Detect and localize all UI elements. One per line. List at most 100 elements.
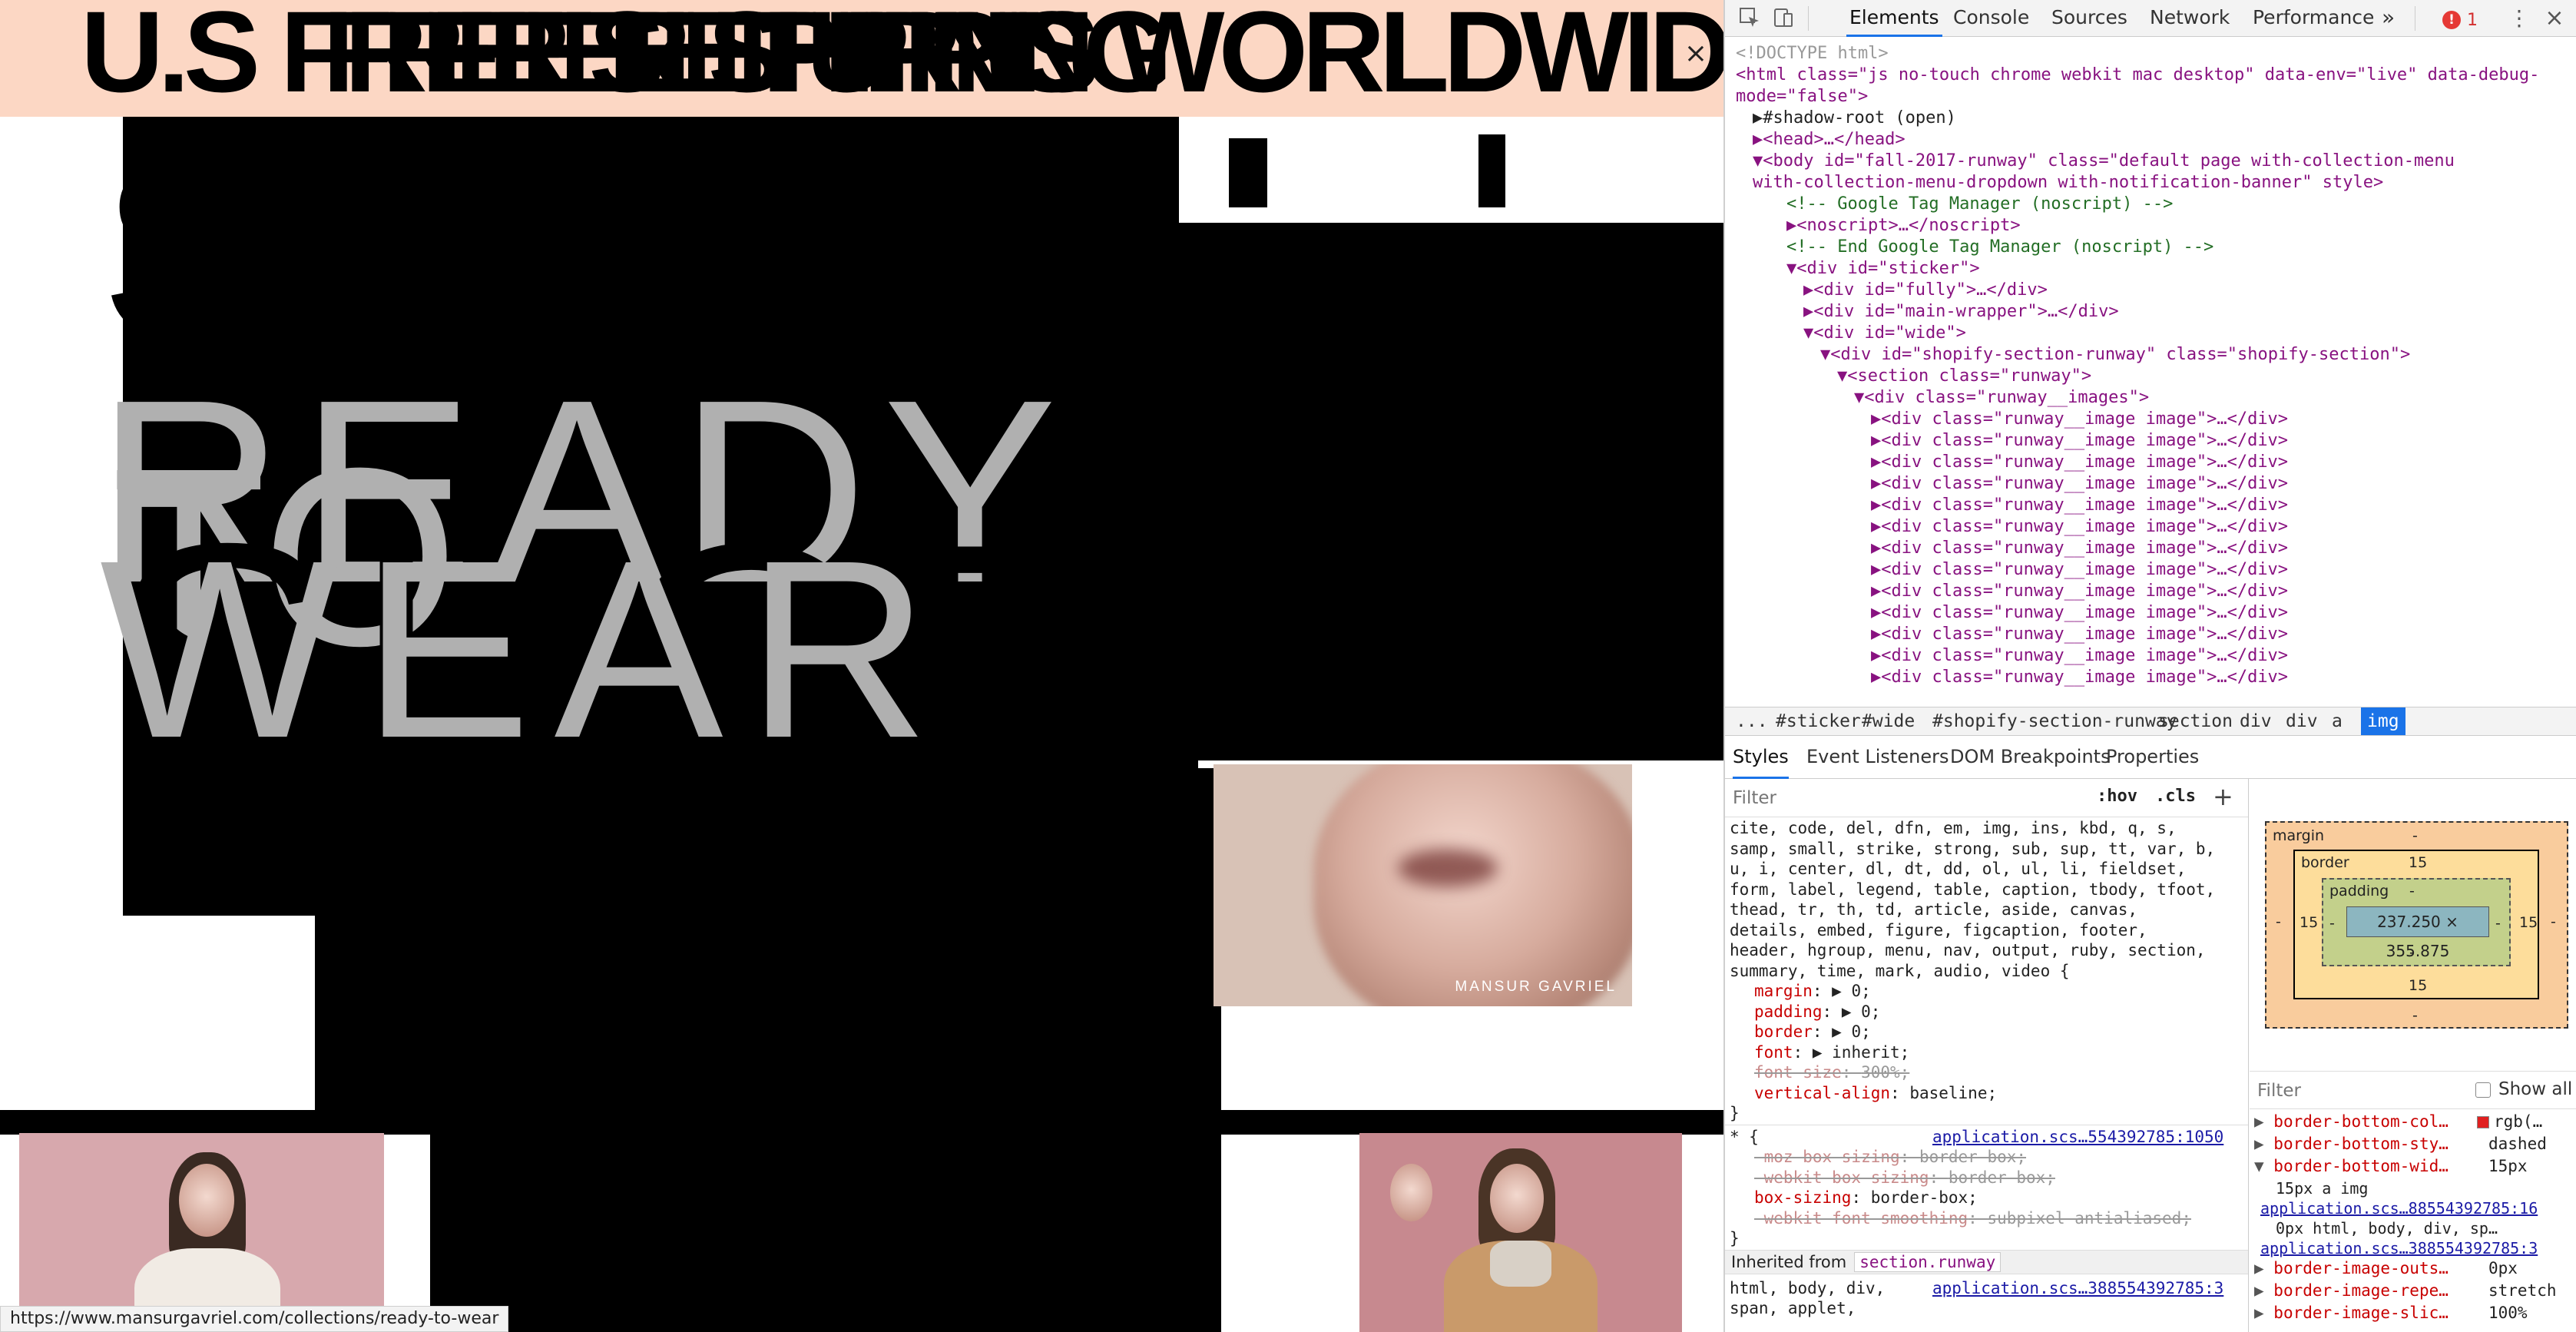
show-all-checkbox[interactable] — [2475, 1082, 2491, 1098]
css-rules[interactable]: cite, code, del, dfn, em, img, ins, kbd,… — [1725, 817, 2248, 1332]
runway-image[interactable] — [19, 1133, 384, 1332]
dom-node-line[interactable]: ▶<div class="runway__image image">…</div… — [1871, 559, 2288, 581]
class-toggle[interactable]: .cls — [2155, 787, 2196, 806]
tab-styles[interactable]: Styles — [1733, 736, 1789, 779]
rule-source-link[interactable]: application.scs…388554392785:3 — [1932, 1277, 2223, 1299]
computed-property-row[interactable]: ▶ border-bottom-sty… dashed — [2254, 1133, 2573, 1155]
dom-node-line[interactable]: ▶<div class="runway__image image">…</div… — [1871, 473, 2288, 495]
dom-node-line[interactable]: ▼<div id="sticker"> — [1786, 258, 1980, 280]
dom-node-line[interactable]: <html class="js no-touch chrome webkit m… — [1736, 65, 2539, 86]
breadcrumb-item[interactable]: section — [2158, 707, 2233, 735]
tab-console[interactable]: Console — [1953, 0, 2029, 37]
tab-performance[interactable]: Performance — [2253, 0, 2374, 37]
breadcrumb-item[interactable]: #shopify-section-runway — [1932, 707, 2177, 735]
box-model-margin-right[interactable]: - — [2551, 913, 2556, 930]
dom-node-line[interactable]: ▶#shadow-root (open) — [1753, 108, 1956, 129]
dom-node-line[interactable]: ▶<noscript>…</noscript> — [1786, 215, 2021, 237]
expand-right-icon[interactable]: ▶ — [2254, 1259, 2273, 1277]
css-declaration[interactable]: font: ▶ inherit; — [1754, 1042, 1909, 1063]
dom-node-line[interactable]: ▶<div class="runway__image image">…</div… — [1871, 602, 2288, 624]
box-model-border-top[interactable]: 15 — [2409, 854, 2427, 871]
css-declaration[interactable]: margin: ▶ 0; — [1754, 980, 1871, 1002]
dom-node-line[interactable]: ▶<div class="runway__image image">…</div… — [1871, 645, 2288, 667]
dom-tree[interactable]: <!DOCTYPE html> <html class="js no-touch … — [1725, 38, 2576, 707]
dom-node-line[interactable]: ▶<div class="runway__image image">…</div… — [1871, 581, 2288, 602]
css-declaration[interactable]: padding: ▶ 0; — [1754, 1001, 1880, 1022]
css-declaration[interactable]: -webkit-box-sizing: border-box; — [1754, 1167, 2055, 1188]
tab-properties[interactable]: Properties — [2106, 736, 2199, 779]
expand-right-icon[interactable]: ▶ — [2254, 1135, 2273, 1153]
dom-comment-line[interactable]: <!-- End Google Tag Manager (noscript) -… — [1786, 237, 2213, 258]
notification-banner[interactable]: U.S FREE SHIPPING WORLDWIDE AND FREE RET… — [0, 0, 1723, 117]
error-counter[interactable]: ! 1 — [2442, 8, 2478, 30]
computed-trace-source[interactable]: application.scs…88554392785:16 — [2260, 1198, 2538, 1219]
dom-node-line[interactable]: ▶<div class="runway__image image">…</div… — [1871, 624, 2288, 645]
tab-event-listeners[interactable]: Event Listeners — [1806, 736, 1949, 779]
rule-source-link[interactable]: application.scs…554392785:1050 — [1932, 1126, 2223, 1148]
dom-node-line[interactable]: ▼<div id="shopify-section-runway" class=… — [1820, 344, 2410, 366]
dom-node-line[interactable]: mode="false"> — [1736, 86, 1868, 108]
dom-node-line[interactable]: ▶<div class="runway__image image">…</div… — [1871, 452, 2288, 473]
css-declaration[interactable]: -moz-box-sizing: border-box; — [1754, 1146, 2026, 1168]
breadcrumb-item[interactable]: a — [2332, 707, 2343, 735]
runway-image[interactable] — [1359, 1133, 1682, 1332]
computed-trace-source[interactable]: application.scs…388554392785:3 — [2260, 1238, 2538, 1259]
expand-right-icon[interactable]: ▶ — [2254, 1281, 2273, 1300]
dom-node-line[interactable]: with-collection-menu-dropdown with-notif… — [1753, 172, 2383, 194]
dom-node-line[interactable]: ▼<body id="fall-2017-runway" class="defa… — [1753, 151, 2455, 172]
box-model-diagram[interactable]: margin - - - - border 15 15 15 15 paddin… — [2265, 821, 2568, 1029]
runway-video[interactable]: MANSUR GAVRIEL — [1214, 764, 1632, 1006]
box-model-border-bottom[interactable]: 15 — [2409, 977, 2427, 994]
breadcrumb-ellipsis[interactable]: ... — [1736, 707, 1768, 735]
breadcrumb-item[interactable]: div — [2286, 707, 2318, 735]
box-model-border-right[interactable]: 15 — [2519, 914, 2538, 931]
box-model-padding-right[interactable]: - — [2495, 915, 2501, 932]
more-tabs-icon[interactable]: » — [2382, 0, 2395, 37]
tab-network[interactable]: Network — [2150, 0, 2230, 37]
color-swatch-icon[interactable] — [2477, 1116, 2489, 1128]
dom-node-line[interactable]: ▶<div class="runway__image image">…</div… — [1871, 538, 2288, 559]
computed-property-row[interactable]: ▼ border-bottom-wid… 15px — [2254, 1155, 2573, 1177]
breadcrumb-selected[interactable]: img — [2361, 707, 2405, 735]
close-icon[interactable]: × — [2542, 6, 2567, 31]
box-model-content-size[interactable]: 237.250 × 355.875 — [2346, 906, 2489, 960]
box-model-margin-left[interactable]: - — [2276, 913, 2281, 930]
box-model-padding-left[interactable]: - — [2329, 915, 2335, 932]
box-model-padding-value[interactable]: - — [2409, 883, 2415, 900]
styles-filter-input[interactable] — [1733, 785, 2071, 811]
css-declaration[interactable]: box-sizing: border-box; — [1754, 1187, 1978, 1208]
dom-node-line[interactable]: ▶<head>…</head> — [1753, 129, 1906, 151]
computed-properties[interactable]: ▶ border-bottom-col… rgb(… ▶ border-bottom… — [2250, 1111, 2576, 1332]
computed-filter-input[interactable] — [2257, 1078, 2442, 1104]
dom-node-line[interactable]: ▼<section class="runway"> — [1837, 366, 2091, 387]
dom-comment-line[interactable]: <!-- Google Tag Manager (noscript) --> — [1786, 194, 2173, 215]
hero-word-wear[interactable]: WEAR — [100, 522, 952, 776]
css-declaration[interactable]: font-size: 300%; — [1754, 1062, 1909, 1083]
dom-node-line[interactable]: ▶<div class="runway__image image">…</div… — [1871, 495, 2288, 516]
tab-sources[interactable]: Sources — [2051, 0, 2127, 37]
breadcrumb-item[interactable]: div — [2240, 707, 2272, 735]
hero-word-sale[interactable]: SALE — [100, 123, 748, 376]
dom-node-line[interactable]: ▶<div id="fully">…</div> — [1803, 280, 2048, 301]
expand-right-icon[interactable]: ▶ — [2254, 1112, 2273, 1131]
dom-node-line[interactable]: ▶<div id="main-wrapper">…</div> — [1803, 301, 2119, 323]
tab-dom-breakpoints[interactable]: DOM Breakpoints — [1950, 736, 2111, 779]
dom-node-line[interactable]: ▶<div class="runway__image image">…</div… — [1871, 667, 2288, 688]
breadcrumb-item[interactable]: #wide — [1862, 707, 1915, 735]
computed-property-row[interactable]: ▶ border-image-slic… 100% — [2254, 1302, 2573, 1324]
inherited-from-selector[interactable]: section.runway — [1854, 1251, 2002, 1272]
dom-node-line[interactable]: ▶<div class="runway__image image">…</div… — [1871, 430, 2288, 452]
dom-node-line[interactable]: ▶<div class="runway__image image">…</div… — [1871, 516, 2288, 538]
box-model-margin-bottom[interactable]: - — [2412, 1007, 2418, 1024]
dom-node-line[interactable]: ▶<div class="runway__image image">…</div… — [1871, 409, 2288, 430]
device-toolbar-icon[interactable] — [1771, 6, 1796, 31]
tab-elements[interactable]: Elements — [1846, 0, 1942, 37]
add-rule-icon[interactable]: + — [2213, 782, 2233, 811]
computed-property-row[interactable]: ▶ border-bottom-col… rgb(… — [2254, 1111, 2573, 1132]
dom-node-line[interactable]: ▼<div class="runway__images"> — [1854, 387, 2149, 409]
computed-property-row[interactable]: ▶ border-image-outs… 0px — [2254, 1257, 2573, 1279]
box-model-margin-value[interactable]: - — [2412, 827, 2418, 844]
close-icon[interactable]: × — [1680, 38, 1711, 69]
dom-node-line[interactable]: <!DOCTYPE html> — [1736, 43, 1889, 65]
breadcrumb-item[interactable]: #sticker — [1776, 707, 1861, 735]
